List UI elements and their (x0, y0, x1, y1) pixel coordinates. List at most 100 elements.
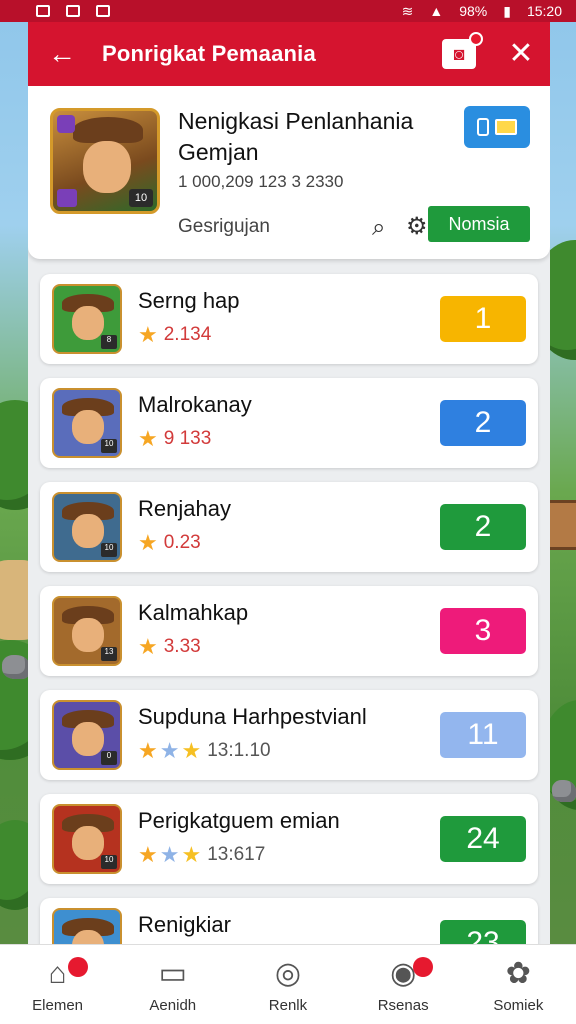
target-icon: ◎ (274, 957, 302, 990)
page-title: Ponrigkat Pemaania (102, 41, 316, 66)
game-list-item[interactable]: 13 Kalmahkap ★ 3.33 3 (40, 586, 538, 676)
battery-icon: ▮ (503, 2, 511, 19)
hat-shape (73, 117, 143, 143)
notification-icon (96, 5, 110, 17)
class-icon (57, 189, 77, 207)
monitor-icon: ▭ (158, 957, 187, 990)
game-rating: ★ 0.23 (138, 532, 201, 554)
nav-badge (67, 957, 88, 977)
rank-badge[interactable]: 23 (440, 920, 526, 944)
icon-badge: 8 (101, 335, 117, 349)
signal-icon: ▲ (429, 3, 444, 19)
nav-item-somiek[interactable]: ✿ Somiek (468, 955, 568, 1014)
notification-badge (469, 32, 483, 46)
rank-badge[interactable]: 11 (440, 712, 526, 758)
status-left-icons (36, 5, 110, 17)
hut (546, 500, 576, 550)
gear-icon[interactable]: ⚙ (406, 212, 428, 241)
game-icon[interactable]: 10 (52, 804, 122, 874)
search-icon[interactable]: ⌕ (372, 214, 385, 242)
game-icon[interactable]: 8 (52, 284, 122, 354)
game-icon[interactable]: 10 (52, 492, 122, 562)
game-list-item[interactable]: 10 Malrokanay ★ 9 133 2 (40, 378, 538, 468)
game-list-item[interactable]: 10 Perigkatguem emian ★ ★ ★ 13:617 24 (40, 794, 538, 884)
main-content: 10 Nenigkasi Penlanhania Gemjan 1 000,20… (28, 86, 550, 944)
game-title: Serng hap (138, 288, 240, 313)
face-shape (83, 141, 131, 193)
icon-badge: 10 (101, 543, 117, 557)
game-list: 8 Serng hap ★ 2.134 1 10 Malrokanay ★ 9 … (40, 274, 538, 944)
nav-label: Elemen (32, 997, 84, 1014)
game-icon[interactable]: 10 (52, 388, 122, 458)
face-shape (72, 514, 104, 548)
rank-badge[interactable]: 3 (440, 608, 526, 654)
game-list-item[interactable]: 0 Supduna Harhpestvianl ★ ★ ★ 13:1.10 11 (40, 690, 538, 780)
face-shape (72, 722, 104, 756)
featured-action-button[interactable]: Nomsia (428, 206, 530, 242)
rank-badge[interactable]: 2 (440, 504, 526, 550)
rating-value: 2.134 (163, 324, 212, 345)
notification-icon (66, 5, 80, 17)
star-icon: ★ (138, 426, 158, 451)
notification-button[interactable]: ◙ (442, 32, 483, 69)
clock: 15:20 (526, 3, 562, 19)
device-toggle-button[interactable] (464, 106, 530, 148)
monitor-icon (495, 119, 517, 135)
game-rating: ★ ★ ★ 13:617 (138, 844, 265, 866)
star-icon: ★ (138, 530, 158, 555)
icon-badge: 10 (101, 855, 117, 869)
rating-value: 0.23 (163, 532, 201, 553)
status-right-icons: ≋ ▲ 98% ▮ 15:20 (402, 3, 562, 20)
nav-item-renlk[interactable]: ◎ Renlk (238, 955, 338, 1014)
star-icon: ★ (138, 842, 158, 867)
featured-game-subtitle: Gesrigujan (178, 216, 270, 237)
phone-icon (477, 118, 489, 136)
game-title: Perigkatguem emian (138, 808, 340, 833)
game-rating: ★ ★ ★ 13:1.10 (138, 740, 271, 762)
gear-icon: ✿ (505, 957, 531, 990)
face-shape (72, 410, 104, 444)
star-icon: ★ (181, 842, 202, 867)
game-rating: ★ 9 133 (138, 428, 211, 450)
app-window: ← Ponrigkat Pemaania ◙ ✕ 10 Nenigkasi Pe… (28, 22, 550, 944)
featured-game-card[interactable]: 10 Nenigkasi Penlanhania Gemjan 1 000,20… (28, 86, 550, 259)
featured-game-title: Nenigkasi Penlanhania Gemjan (178, 108, 414, 165)
game-icon[interactable]: 13 (52, 596, 122, 666)
featured-game-icon[interactable]: 10 (50, 108, 160, 214)
battery-level: 98% (459, 3, 488, 19)
game-title: Renigkiar (138, 912, 231, 937)
game-list-item[interactable]: 8 Serng hap ★ 2.134 1 (40, 274, 538, 364)
webcam-icon: ◉ (390, 957, 417, 990)
star-icon: ★ (159, 842, 180, 867)
nav-item-rsenas[interactable]: ◉ Rsenas (353, 955, 453, 1014)
game-list-item[interactable]: 10 Renjahay ★ 0.23 2 (40, 482, 538, 572)
nav-label: Rsenas (377, 997, 429, 1014)
game-title: Malrokanay (138, 392, 252, 417)
icon-badge: 0 (101, 751, 117, 765)
rank-badge[interactable]: 1 (440, 296, 526, 342)
notification-icon (36, 5, 50, 17)
game-list-item[interactable]: 10 Renigkiar ★★★ 13:330 23 (40, 898, 538, 944)
home-icon: ⌂ (48, 957, 67, 990)
nav-item-aenidh[interactable]: ▭ Aenidh (123, 955, 223, 1014)
icon-badge: 13 (101, 647, 117, 661)
star-icon: ★ (138, 634, 158, 659)
game-icon[interactable]: 0 (52, 700, 122, 770)
rank-badge[interactable]: 2 (440, 400, 526, 446)
game-title: Kalmahkap (138, 600, 249, 625)
icon-badge: 10 (129, 189, 153, 207)
close-icon[interactable]: ✕ (506, 39, 536, 69)
game-icon[interactable]: 10 (52, 908, 122, 944)
nav-item-elemen[interactable]: ⌂ Elemen (8, 955, 108, 1014)
back-arrow-icon[interactable]: ← (48, 40, 78, 68)
star-icon: ★ (159, 738, 180, 763)
rating-value: 9 133 (163, 428, 212, 449)
rock-right (552, 780, 576, 802)
top-bar: ← Ponrigkat Pemaania ◙ ✕ (28, 22, 550, 86)
nav-label: Somiek (493, 997, 544, 1014)
rank-badge[interactable]: 24 (440, 816, 526, 862)
face-shape (72, 826, 104, 860)
rating-value: 3.33 (163, 636, 201, 657)
game-title: Supduna Harhpestvianl (138, 704, 367, 729)
nav-label: Renlk (268, 997, 308, 1014)
